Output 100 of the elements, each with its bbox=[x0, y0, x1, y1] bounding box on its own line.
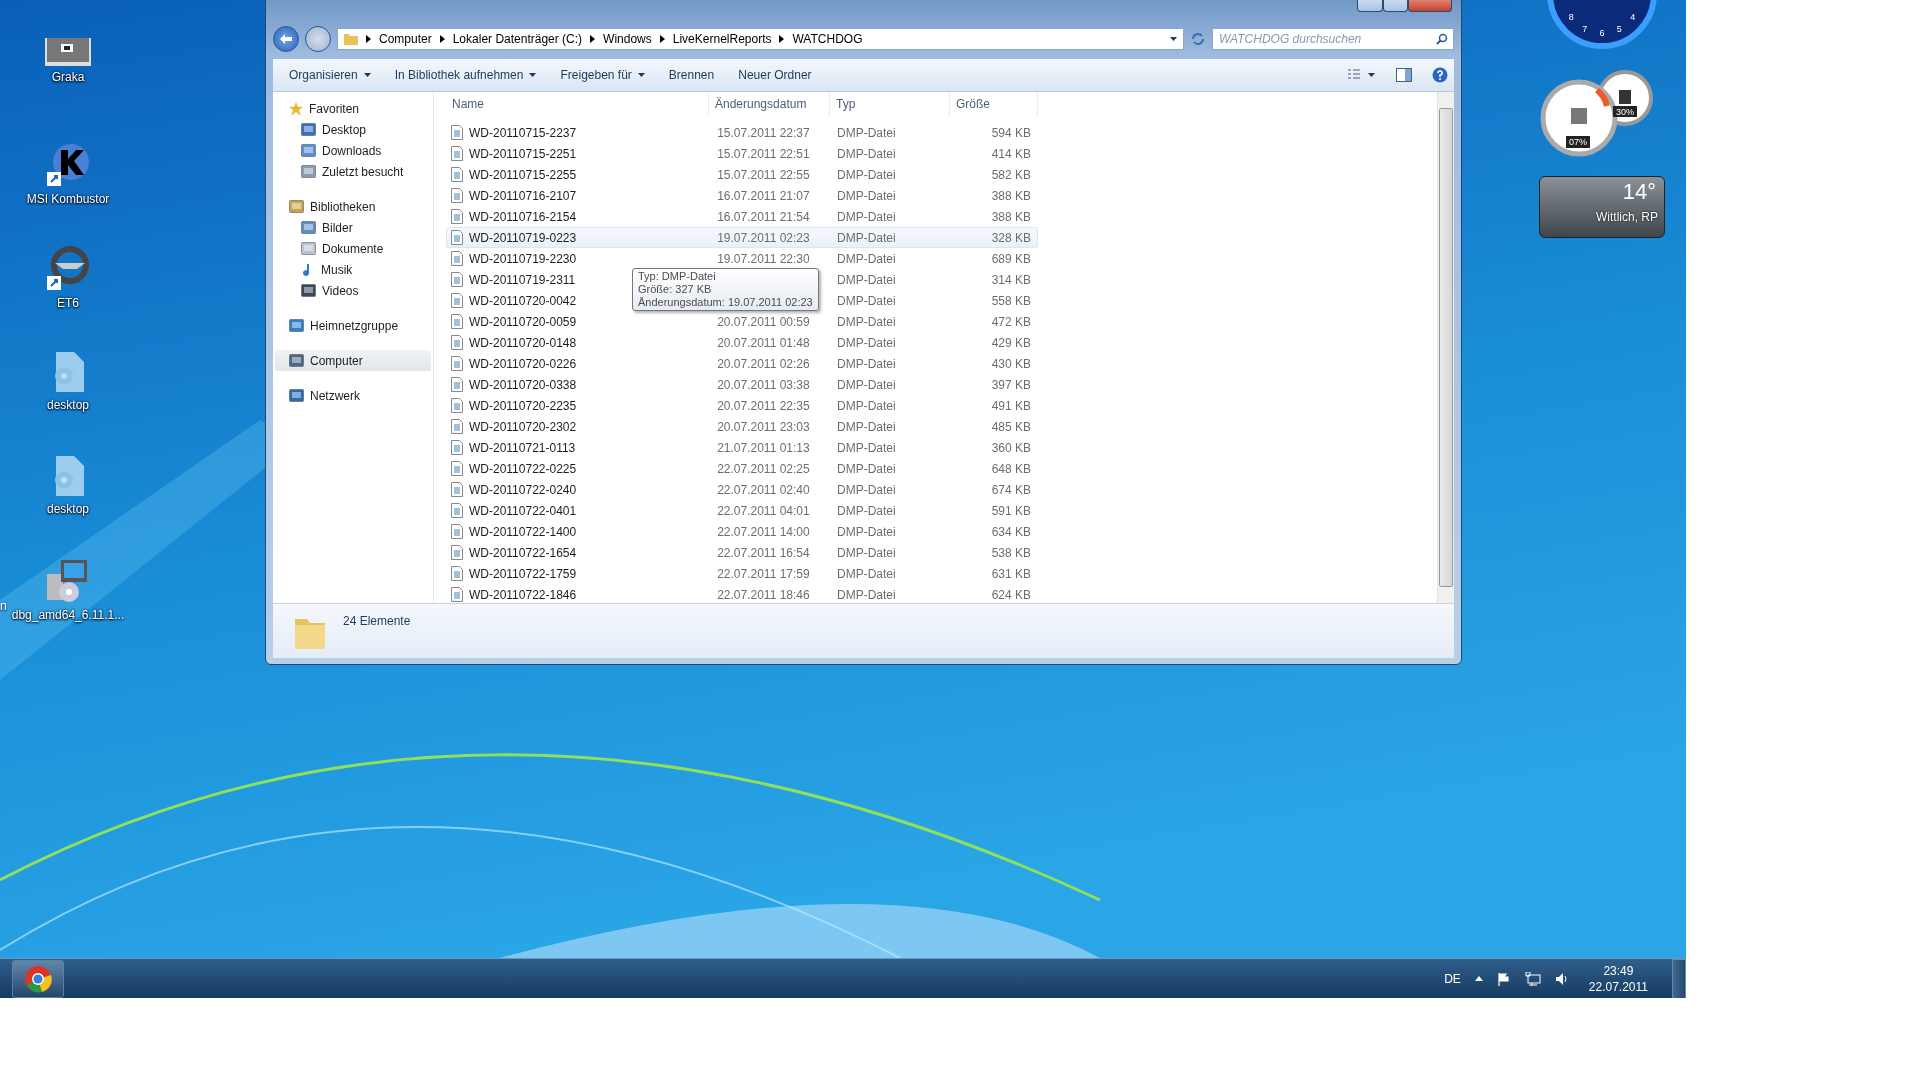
file-icon bbox=[451, 503, 463, 518]
search-field[interactable]: WATCHDOG durchsuchen bbox=[1212, 28, 1454, 50]
file-name[interactable]: WD-20110720-2302 bbox=[469, 419, 577, 434]
date-cell: 22.07.2011 02:25 bbox=[717, 461, 810, 476]
temperature: 14° bbox=[1622, 179, 1656, 205]
file-name[interactable]: WD-20110722-1654 bbox=[469, 545, 577, 560]
size-cell: 388 KB bbox=[991, 209, 1031, 224]
toolbar-button[interactable]: Freigeben für bbox=[550, 64, 655, 86]
type-cell: DMP-Datei bbox=[837, 587, 896, 602]
speaker-icon[interactable] bbox=[1554, 971, 1569, 986]
minimize-button[interactable] bbox=[1357, 0, 1383, 12]
file-name[interactable]: WD-20110722-0240 bbox=[469, 482, 577, 497]
close-button[interactable] bbox=[1408, 0, 1452, 12]
date-cell: 22.07.2011 02:40 bbox=[717, 482, 810, 497]
type-cell: DMP-Datei bbox=[837, 377, 896, 392]
maximize-button[interactable] bbox=[1383, 0, 1408, 12]
nav-item[interactable]: Videos bbox=[275, 280, 431, 301]
date-cell: 22.07.2011 18:46 bbox=[717, 587, 810, 602]
size-cell: 485 KB bbox=[991, 419, 1031, 434]
nav-item[interactable]: Favoriten bbox=[275, 98, 431, 119]
desktop-icon bbox=[301, 123, 316, 136]
nav-item[interactable]: Heimnetzgruppe bbox=[275, 315, 431, 336]
view-options-icon[interactable] bbox=[1348, 69, 1376, 81]
file-name[interactable]: WD-20110715-2237 bbox=[469, 125, 577, 140]
toolbar-button[interactable]: Brennen bbox=[658, 64, 725, 86]
file-name[interactable]: WD-20110720-0148 bbox=[469, 335, 577, 350]
desktop-icon-label[interactable]: MSI Kombustor bbox=[26, 192, 110, 206]
help-icon[interactable] bbox=[1432, 67, 1448, 83]
size-cell: 472 KB bbox=[991, 314, 1031, 329]
column-header[interactable]: Änderungsdatum bbox=[709, 92, 830, 116]
file-icon bbox=[451, 230, 463, 245]
nav-item[interactable]: Downloads bbox=[275, 140, 431, 161]
size-cell: 314 KB bbox=[991, 272, 1031, 287]
file-name[interactable]: WD-20110722-1400 bbox=[469, 524, 577, 539]
language-indicator[interactable]: DE bbox=[1444, 971, 1461, 986]
file-name[interactable]: WD-20110715-2251 bbox=[469, 146, 577, 161]
file-name[interactable]: WD-20110716-2154 bbox=[469, 209, 577, 224]
file-name[interactable]: WD-20110722-0401 bbox=[469, 503, 577, 518]
file-name[interactable]: WD-20110719-0223 bbox=[469, 230, 577, 245]
file-name[interactable]: WD-20110722-1759 bbox=[469, 566, 577, 581]
k-logo-icon bbox=[45, 142, 91, 188]
clock[interactable]: 23:49 22.07.2011 bbox=[1588, 962, 1648, 995]
size-cell: 634 KB bbox=[991, 524, 1031, 539]
file-icon bbox=[451, 167, 463, 182]
date-cell: 20.07.2011 02:26 bbox=[717, 356, 810, 371]
column-header[interactable]: Größe bbox=[950, 92, 1038, 116]
file-icon bbox=[451, 524, 463, 539]
file-name[interactable]: WD-20110716-2107 bbox=[469, 188, 577, 203]
star-icon bbox=[289, 101, 303, 116]
size-cell: 582 KB bbox=[991, 167, 1031, 182]
tooltip-line: Größe: 327 KB bbox=[638, 283, 713, 296]
file-name[interactable]: WD-20110715-2255 bbox=[469, 167, 577, 182]
chevron-icon bbox=[366, 35, 371, 43]
preview-pane-icon[interactable] bbox=[1396, 68, 1412, 82]
item-count: 24 Elemente bbox=[343, 614, 411, 628]
forward-button[interactable] bbox=[305, 26, 331, 52]
nav-item[interactable]: Netzwerk bbox=[275, 385, 431, 406]
caret-up-icon[interactable] bbox=[1474, 976, 1483, 981]
size-cell: 594 KB bbox=[991, 125, 1031, 140]
nav-item[interactable]: Bibliotheken bbox=[275, 196, 431, 217]
nav-item[interactable]: Dokumente bbox=[275, 238, 431, 259]
desktop-icon-label[interactable]: desktop bbox=[47, 502, 89, 516]
desktop-icon-label[interactable]: ET6 bbox=[57, 296, 79, 310]
back-button[interactable] bbox=[273, 26, 299, 52]
scrollbar[interactable] bbox=[1437, 92, 1454, 603]
file-icon bbox=[451, 125, 463, 140]
nav-item[interactable]: Desktop bbox=[275, 119, 431, 140]
file-name[interactable]: WD-20110719-2311 bbox=[469, 272, 576, 287]
file-name[interactable]: WD-20110721-0113 bbox=[469, 440, 576, 455]
nav-item[interactable]: Computer bbox=[275, 350, 431, 371]
file-icon bbox=[451, 314, 463, 329]
flag-icon[interactable] bbox=[1496, 971, 1511, 986]
file-name[interactable]: WD-20110722-0225 bbox=[469, 461, 577, 476]
file-name[interactable]: WD-20110720-2235 bbox=[469, 398, 577, 413]
taskbar-button[interactable] bbox=[12, 959, 64, 998]
date-cell: 16.07.2011 21:07 bbox=[717, 188, 810, 203]
file-icon bbox=[451, 356, 463, 371]
date-cell: 20.07.2011 00:59 bbox=[717, 314, 810, 329]
file-name[interactable]: WD-20110720-0059 bbox=[469, 314, 577, 329]
size-cell: 689 KB bbox=[991, 251, 1031, 266]
tooltip-line: Änderungsdatum: 19.07.2011 02:23 bbox=[638, 296, 813, 309]
desktop-icon-label[interactable]: desktop bbox=[47, 398, 89, 412]
file-name[interactable]: WD-20110722-1846 bbox=[469, 587, 577, 602]
column-header[interactable]: Name bbox=[446, 92, 709, 116]
toolbar-button[interactable]: In Bibliothek aufnehmen bbox=[384, 64, 547, 86]
toolbar-button[interactable]: Organisieren bbox=[279, 64, 381, 86]
desktop-icon-label[interactable]: Graka bbox=[51, 70, 85, 84]
file-name[interactable]: WD-20110720-0338 bbox=[469, 377, 577, 392]
file-name[interactable]: WD-20110720-0042 bbox=[469, 293, 577, 308]
date-cell: 15.07.2011 22:51 bbox=[717, 146, 810, 161]
file-name[interactable]: WD-20110720-0226 bbox=[469, 356, 577, 371]
show-desktop-button[interactable] bbox=[1672, 958, 1686, 998]
file-name[interactable]: WD-20110719-2230 bbox=[469, 251, 577, 266]
nav-item[interactable]: Zuletzt besucht bbox=[275, 161, 431, 182]
nav-item[interactable]: Bilder bbox=[275, 217, 431, 238]
address-bar[interactable]: Computer Lokaler Datenträger (C:) Windows LiveKernelReports WATCHDOG bbox=[337, 28, 1184, 50]
toolbar-button[interactable]: Neuer Ordner bbox=[728, 64, 822, 86]
nav-item[interactable]: Musik bbox=[275, 259, 431, 280]
column-header[interactable]: Typ bbox=[830, 92, 950, 116]
date-cell: 22.07.2011 14:00 bbox=[717, 524, 810, 539]
